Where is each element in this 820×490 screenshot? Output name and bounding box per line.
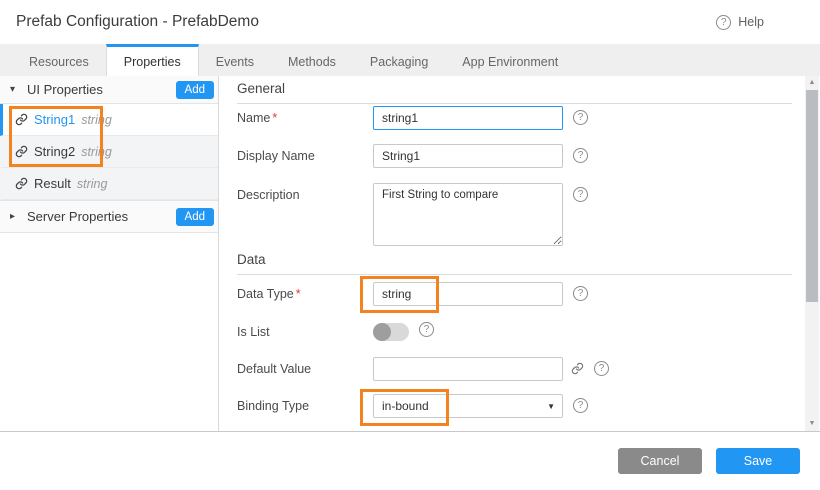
binding-type-select[interactable]: in-bound ▼	[373, 394, 563, 418]
ui-properties-label: UI Properties	[27, 82, 176, 97]
binding-type-value: in-bound	[382, 399, 429, 413]
required-marker: *	[296, 287, 301, 301]
sidebar-item-result[interactable]: Result string	[0, 168, 218, 200]
form-row-name: Name* ?	[237, 106, 588, 130]
save-button[interactable]: Save	[716, 448, 800, 474]
help-icon[interactable]: ?	[573, 187, 588, 202]
add-ui-property-button[interactable]: Add	[176, 81, 214, 99]
property-type: string	[77, 177, 108, 191]
data-type-input[interactable]	[373, 282, 563, 306]
section-heading-data: Data	[237, 252, 792, 275]
form-row-data-type: Data Type* ?	[237, 282, 588, 306]
tab-methods[interactable]: Methods	[271, 44, 353, 76]
dialog-footer: Cancel Save	[0, 431, 820, 490]
form-row-display-name: Display Name ?	[237, 144, 588, 168]
title-bar: Prefab Configuration - PrefabDemo ? Help	[0, 0, 820, 44]
field-label: Data Type*	[237, 282, 373, 306]
tab-packaging[interactable]: Packaging	[353, 44, 445, 76]
cancel-button[interactable]: Cancel	[618, 448, 702, 474]
help-icon[interactable]: ?	[594, 361, 609, 376]
tab-bar: Resources Properties Events Methods Pack…	[0, 44, 820, 76]
field-label: Name*	[237, 106, 373, 130]
bind-chain-icon	[15, 177, 28, 190]
tab-resources[interactable]: Resources	[12, 44, 106, 76]
help-label: Help	[738, 15, 764, 29]
bind-chain-icon	[15, 113, 28, 126]
caret-right-icon: ▸	[10, 211, 20, 222]
help-icon[interactable]: ?	[573, 110, 588, 125]
tab-properties[interactable]: Properties	[106, 44, 199, 76]
properties-sidebar: ▾ UI Properties Add String1 string Strin…	[0, 76, 219, 431]
property-name: String2	[34, 144, 75, 159]
field-label: Is List	[237, 320, 373, 344]
required-marker: *	[272, 111, 277, 125]
server-properties-header[interactable]: ▸ Server Properties Add	[0, 200, 218, 233]
caret-down-icon: ▾	[10, 84, 20, 95]
sidebar-item-string1[interactable]: String1 string	[0, 104, 218, 136]
form-row-default-value: Default Value ?	[237, 357, 609, 381]
tab-app-environment[interactable]: App Environment	[445, 44, 575, 76]
bind-chain-icon	[15, 145, 28, 158]
tab-events[interactable]: Events	[199, 44, 271, 76]
scroll-up-icon[interactable]: ▲	[805, 76, 819, 89]
help-button[interactable]: ? Help	[716, 15, 804, 30]
bind-link-icon[interactable]	[571, 362, 584, 375]
dialog-body: ▾ UI Properties Add String1 string Strin…	[0, 76, 820, 431]
chevron-down-icon: ▼	[547, 402, 555, 411]
help-question-icon: ?	[716, 15, 731, 30]
section-heading-general: General	[237, 81, 792, 104]
property-form: General Name* ? Display Name ? Descripti…	[219, 76, 820, 431]
help-icon[interactable]: ?	[573, 148, 588, 163]
description-textarea[interactable]: First String to compare	[373, 183, 563, 246]
ui-properties-header[interactable]: ▾ UI Properties Add	[0, 76, 218, 104]
property-type: string	[81, 113, 112, 127]
vertical-scrollbar[interactable]: ▲ ▼	[805, 76, 819, 431]
page-title: Prefab Configuration - PrefabDemo	[16, 13, 259, 31]
form-row-binding-type: Binding Type in-bound ▼ ?	[237, 394, 588, 418]
toggle-knob	[373, 323, 391, 341]
is-list-toggle[interactable]	[373, 323, 409, 341]
server-properties-label: Server Properties	[27, 209, 176, 224]
help-icon[interactable]: ?	[573, 398, 588, 413]
field-label: Description	[237, 183, 373, 207]
scrollbar-thumb[interactable]	[806, 90, 818, 302]
form-row-is-list: Is List ?	[237, 320, 434, 344]
display-name-input[interactable]	[373, 144, 563, 168]
field-label: Binding Type	[237, 394, 373, 418]
help-icon[interactable]: ?	[419, 322, 434, 337]
field-label: Display Name	[237, 144, 373, 168]
property-name: Result	[34, 176, 71, 191]
help-icon[interactable]: ?	[573, 286, 588, 301]
property-name: String1	[34, 112, 75, 127]
add-server-property-button[interactable]: Add	[176, 208, 214, 226]
property-type: string	[81, 145, 112, 159]
prefab-configuration-dialog: Prefab Configuration - PrefabDemo ? Help…	[0, 0, 820, 490]
scroll-down-icon[interactable]: ▼	[805, 417, 819, 430]
name-input[interactable]	[373, 106, 563, 130]
sidebar-item-string2[interactable]: String2 string	[0, 136, 218, 168]
default-value-input[interactable]	[373, 357, 563, 381]
field-label: Default Value	[237, 357, 373, 381]
form-row-description: Description First String to compare ?	[237, 183, 588, 246]
